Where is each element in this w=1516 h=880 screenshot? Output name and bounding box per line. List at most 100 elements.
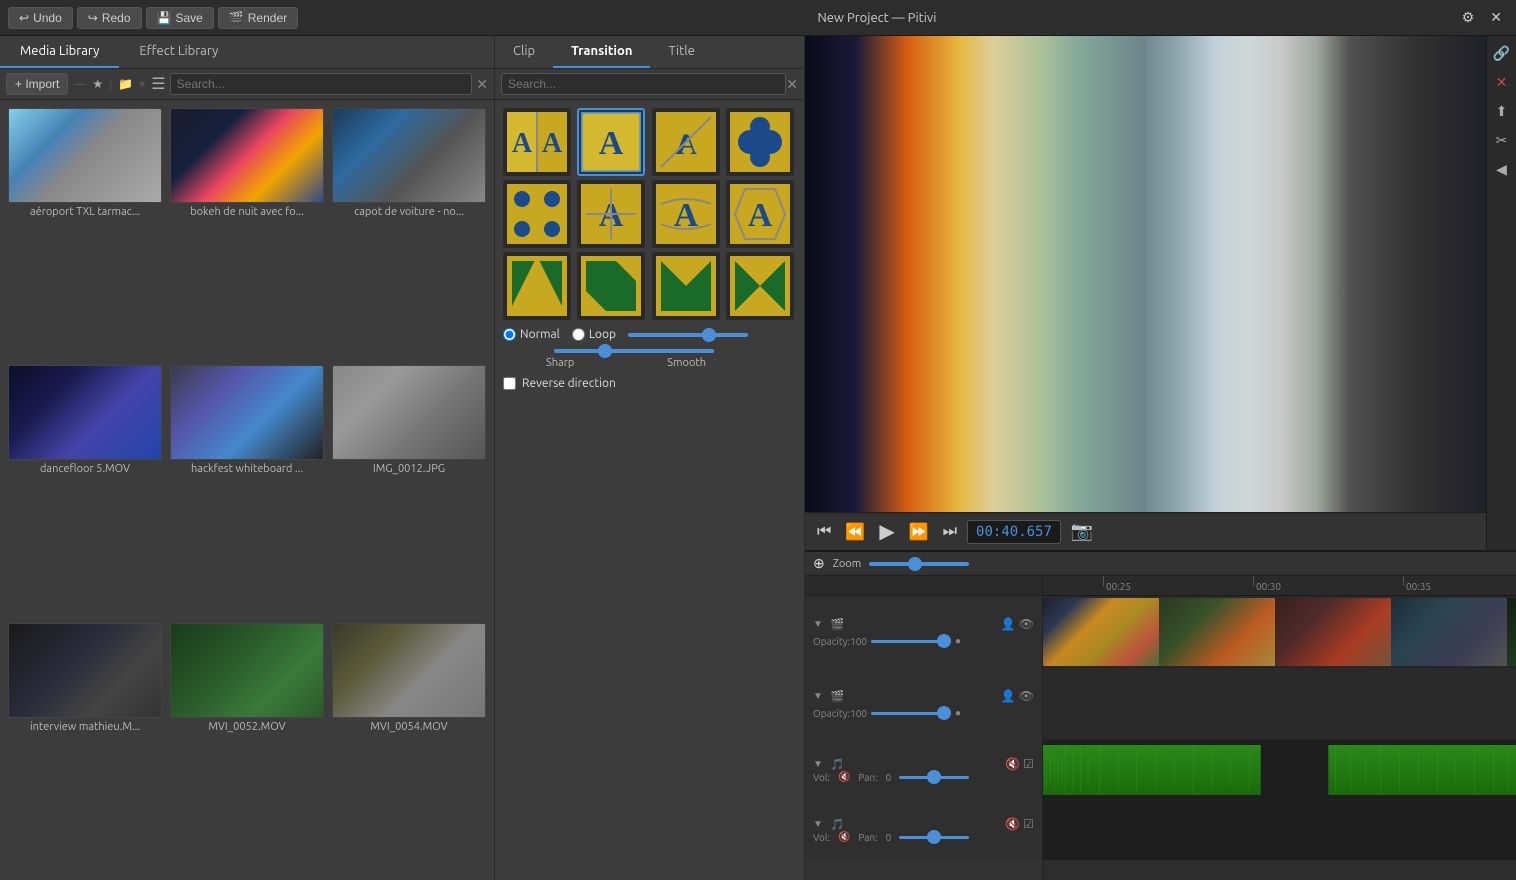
media-item-interview[interactable]: interview mathieu.M... xyxy=(8,623,162,872)
track-opacity-v2: Opacity:100 ● xyxy=(813,707,1034,719)
track-opacity-v1: Opacity:100 ● xyxy=(813,635,1034,647)
transition-item-6[interactable]: A xyxy=(577,180,645,248)
transition-item-11[interactable] xyxy=(652,252,720,320)
track-a1-check[interactable]: ☑ xyxy=(1023,757,1034,771)
transition-item-3[interactable]: A xyxy=(652,108,720,176)
middle-panel: Clip Transition Title ✕ A A xyxy=(495,36,805,880)
transition-item-1[interactable]: A A xyxy=(503,108,571,176)
track-v2-user-icon[interactable]: 👤 xyxy=(1001,689,1016,703)
media-item-dance[interactable]: dancefloor 5.MOV xyxy=(8,365,162,614)
transition-icon-1: A A xyxy=(507,112,567,172)
undo-button[interactable]: ↩ Undo xyxy=(8,7,73,29)
transition-item-7[interactable]: A xyxy=(652,180,720,248)
transition-item-10[interactable] xyxy=(577,252,645,320)
collapse-arrow-a2[interactable]: ▼ xyxy=(813,818,823,830)
step-back-button[interactable]: ⏪ xyxy=(841,520,869,544)
media-label-hackfest: hackfest whiteboard ... xyxy=(170,463,324,475)
tab-title[interactable]: Title xyxy=(650,36,712,68)
tracks-body: 00:25 00:30 00:35 00:10 00:45 00:50 00:5… xyxy=(1043,576,1516,880)
clip-v1-1[interactable] xyxy=(1043,598,1516,666)
library-search-clear[interactable]: ✕ xyxy=(476,76,488,93)
preview-row: ⏮ ⏪ ▶ ⏩ ⏭ 00:40.657 📷 🔗 ✕ ⬆ ✂ ◀ xyxy=(805,36,1516,550)
media-item-capot[interactable]: capot de voiture - no... xyxy=(332,108,486,357)
collapse-arrow-v1[interactable]: ▼ xyxy=(813,618,823,630)
library-menu-button[interactable]: ☰ xyxy=(151,74,165,94)
tab-transition[interactable]: Transition xyxy=(553,36,650,68)
import-button[interactable]: + Import xyxy=(6,73,68,95)
vol-icon-a2: 🔇 xyxy=(838,831,850,843)
toolbar-sep2: | xyxy=(109,78,112,91)
tab-clip[interactable]: Clip xyxy=(495,36,553,68)
opacity-slider-v2[interactable] xyxy=(871,712,951,715)
pan-slider-a2[interactable] xyxy=(899,836,969,839)
loop-radio-label[interactable]: Loop xyxy=(572,328,616,341)
sidebar-cut-button[interactable]: ✂ xyxy=(1493,129,1511,152)
import-label: + Import xyxy=(15,77,59,91)
tab-effect-library[interactable]: Effect Library xyxy=(119,36,238,68)
library-search-input[interactable] xyxy=(170,73,473,95)
media-thumb-img xyxy=(332,365,486,460)
transition-item-2[interactable]: A xyxy=(577,108,645,176)
audio-track-1-body xyxy=(1043,740,1516,800)
media-item-hackfest[interactable]: hackfest whiteboard ... xyxy=(170,365,324,614)
preview-panel: ⏮ ⏪ ▶ ⏩ ⏭ 00:40.657 📷 xyxy=(805,36,1486,550)
normal-radio[interactable] xyxy=(503,328,516,341)
render-button[interactable]: 🎬 Render xyxy=(218,7,298,29)
media-item-mvi54[interactable]: MVI_0054.MOV xyxy=(332,623,486,872)
transition-search-clear[interactable]: ✕ xyxy=(786,76,798,93)
track-v1-eye-icon[interactable]: 👁 xyxy=(1019,617,1034,631)
mode-radio-row: Normal Loop xyxy=(503,328,796,341)
settings-button[interactable]: ⚙ xyxy=(1456,7,1481,28)
track-header-audio1: ▼ 🎵 🔇 ☑ Vol: 🔇 Pan: 0 xyxy=(805,740,1043,800)
opacity-slider-v1[interactable] xyxy=(871,640,951,643)
sharp-smooth-labels: Sharp Smooth xyxy=(546,357,706,369)
track-a1-mute[interactable]: 🔇 xyxy=(1005,757,1020,771)
sharpness-slider[interactable] xyxy=(554,349,714,353)
collapse-arrow-a1[interactable]: ▼ xyxy=(813,758,823,770)
normal-radio-label[interactable]: Normal xyxy=(503,328,560,341)
redo-button[interactable]: ↪ Redo xyxy=(77,7,142,29)
step-forward-button[interactable]: ⏩ xyxy=(905,520,933,544)
transition-item-12[interactable] xyxy=(726,252,794,320)
time-display[interactable]: 00:40.657 xyxy=(967,520,1061,544)
skip-to-end-button[interactable]: ⏭ xyxy=(939,521,961,543)
play-button[interactable]: ▶ xyxy=(875,517,898,546)
loop-label: Loop xyxy=(589,328,616,341)
preview-left-frame xyxy=(805,36,1146,512)
media-item-img[interactable]: IMG_0012.JPG xyxy=(332,365,486,614)
media-item-mvi52[interactable]: MVI_0052.MOV xyxy=(170,623,324,872)
media-item-aeroport[interactable]: aéroport TXL tarmac... xyxy=(8,108,162,357)
track-header-top-video2: ▼ 🎬 👤 👁 xyxy=(813,689,1034,703)
media-label-img: IMG_0012.JPG xyxy=(332,463,486,475)
pan-slider-a1[interactable] xyxy=(899,776,969,779)
save-button[interactable]: 💾 Save xyxy=(146,7,214,29)
transition-item-4[interactable] xyxy=(726,108,794,176)
transition-search-input[interactable] xyxy=(501,73,786,95)
transition-icon-5 xyxy=(507,184,567,244)
collapse-arrow-v2[interactable]: ▼ xyxy=(813,690,823,702)
track-v2-eye-icon[interactable]: 👁 xyxy=(1019,689,1034,703)
undo-label: Undo xyxy=(33,11,62,25)
skip-to-start-button[interactable]: ⏮ xyxy=(813,521,835,543)
sidebar-left-button[interactable]: ◀ xyxy=(1493,158,1510,181)
sidebar-link-button[interactable]: 🔗 xyxy=(1490,42,1513,65)
vol-icon-a1: 🔇 xyxy=(838,771,850,783)
zoom-slider[interactable] xyxy=(869,562,969,566)
transition-item-8[interactable]: A xyxy=(726,180,794,248)
media-item-bokeh[interactable]: bokeh de nuit avec fo... xyxy=(170,108,324,357)
tab-media-library[interactable]: Media Library xyxy=(0,36,119,68)
loop-slider[interactable] xyxy=(628,333,748,337)
transition-item-9[interactable] xyxy=(503,252,571,320)
timeline-toolbar: ⊕ Zoom xyxy=(805,552,1516,576)
transition-item-5[interactable] xyxy=(503,180,571,248)
camera-button[interactable]: 📷 xyxy=(1071,521,1093,542)
sidebar-up-button[interactable]: ⬆ xyxy=(1493,100,1511,123)
sidebar-delete-button[interactable]: ✕ xyxy=(1493,71,1511,94)
track-a2-mute[interactable]: 🔇 xyxy=(1005,817,1020,831)
track-v1-user-icon[interactable]: 👤 xyxy=(1001,617,1016,631)
reverse-direction-checkbox[interactable] xyxy=(503,377,516,390)
preview-composite xyxy=(805,36,1486,512)
track-a2-check[interactable]: ☑ xyxy=(1023,817,1034,831)
loop-radio[interactable] xyxy=(572,328,585,341)
close-button[interactable]: ✕ xyxy=(1484,7,1508,28)
